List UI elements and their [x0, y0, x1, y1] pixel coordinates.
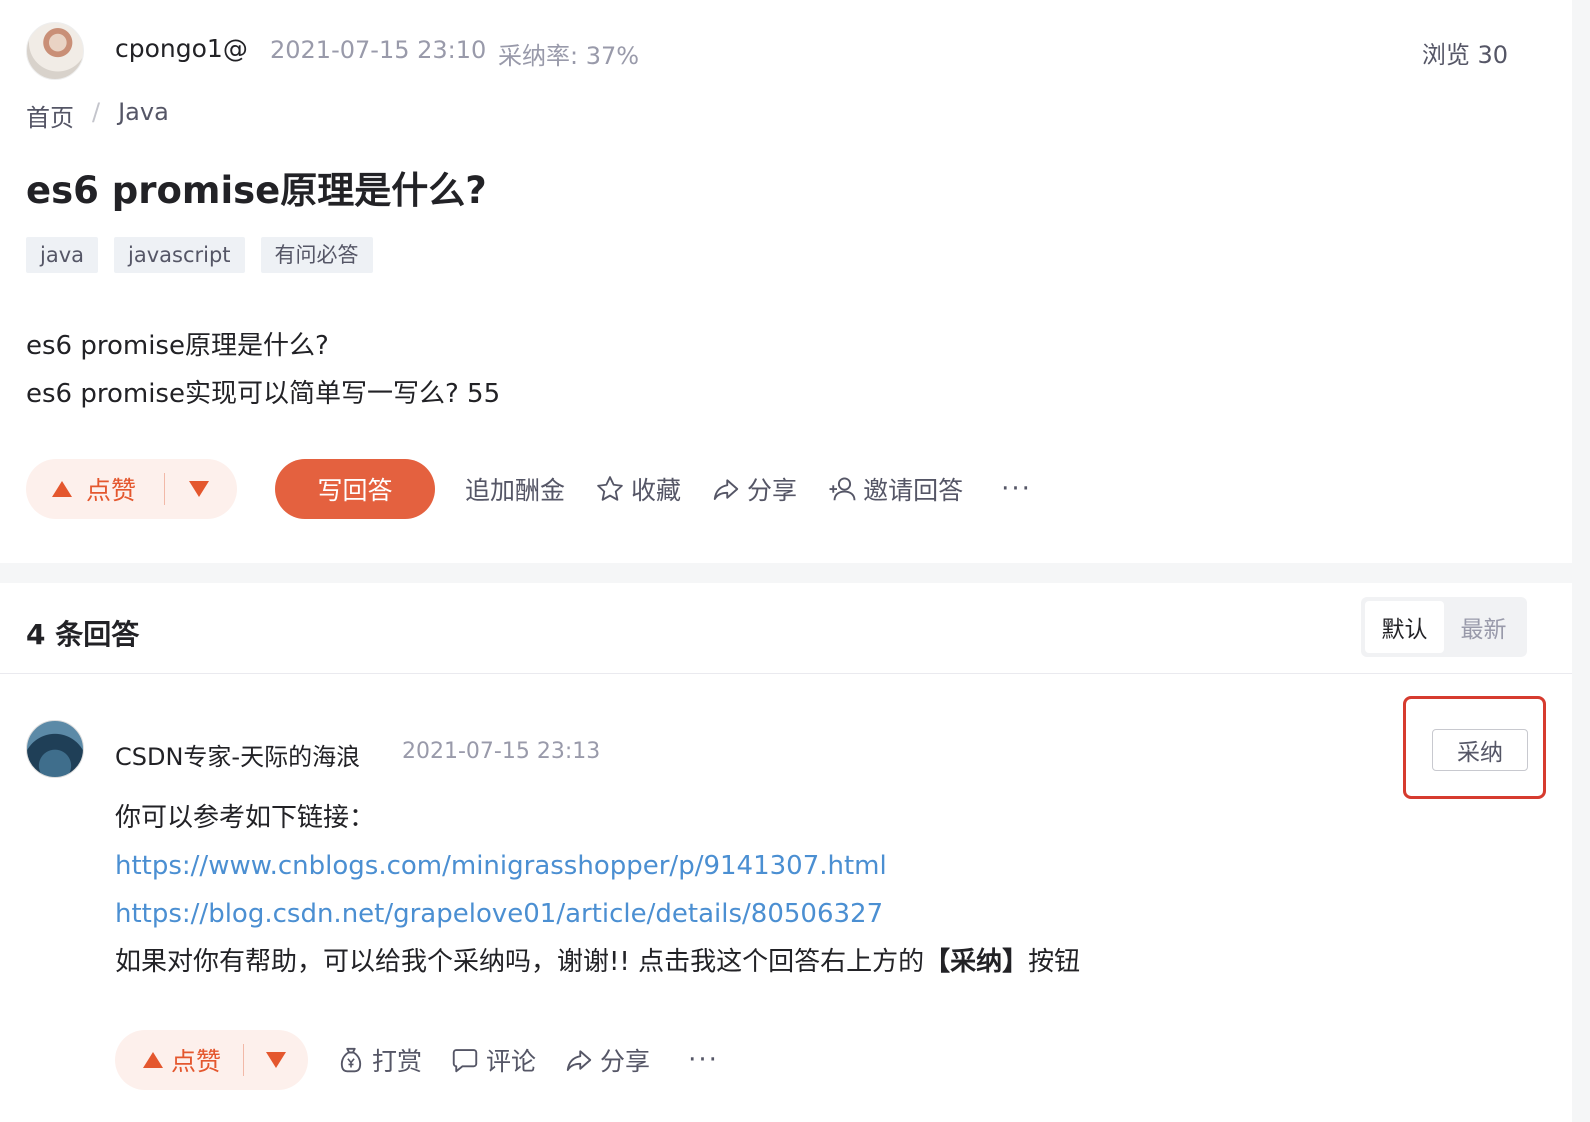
answer-author[interactable]: CSDN专家-天际的海浪	[115, 737, 360, 772]
answer-share-button[interactable]: 分享	[564, 1042, 650, 1078]
tag-list: java javascript 有问必答	[26, 237, 373, 273]
reward-label: 打赏	[372, 1047, 423, 1076]
share-button[interactable]: 分享	[711, 471, 797, 507]
question-actions: 点赞 写回答 追加酬金 收藏 分享 邀请回答 ···	[26, 459, 1032, 519]
tag-javascript[interactable]: javascript	[114, 237, 245, 273]
accept-button[interactable]: 采纳	[1432, 729, 1528, 771]
vote-divider	[243, 1044, 245, 1076]
comment-label: 评论	[486, 1047, 537, 1076]
answer-link[interactable]: https://blog.csdn.net/grapelove01/articl…	[115, 890, 1080, 938]
answer-downvote-button[interactable]	[266, 1052, 287, 1068]
invite-user-icon	[829, 477, 856, 501]
favorite-button[interactable]: 收藏	[595, 471, 681, 507]
question-body-line: es6 promise实现可以简单写一写么? 55	[26, 379, 501, 409]
breadcrumb-separator: /	[92, 98, 101, 126]
more-button[interactable]: ···	[1001, 474, 1032, 504]
invite-label: 邀请回答	[863, 476, 964, 505]
vote-pill: 点赞	[26, 459, 238, 519]
breadcrumb: 首页 / Java	[26, 98, 169, 133]
invite-answer-button[interactable]: 邀请回答	[827, 471, 963, 507]
question-title: es6 promise原理是什么?	[26, 169, 487, 212]
tag-java[interactable]: java	[26, 237, 98, 273]
sort-latest-tab[interactable]: 最新	[1444, 601, 1523, 653]
answer-share-label: 分享	[600, 1047, 651, 1076]
add-bounty-label: 追加酬金	[465, 476, 566, 505]
breadcrumb-category[interactable]: Java	[118, 98, 169, 133]
comment-icon	[452, 1049, 478, 1073]
share-label: 分享	[747, 476, 798, 505]
answer-count: 4 条回答	[26, 618, 140, 651]
money-bag-icon	[340, 1047, 362, 1073]
like-label: 点赞	[86, 476, 137, 505]
accept-rate: 采纳率: 37%	[498, 42, 640, 70]
question-author[interactable]: cpongo1@	[115, 34, 248, 63]
share-icon	[713, 479, 739, 500]
question-body: es6 promise原理是什么? es6 promise实现可以简单写一写么?…	[26, 322, 500, 418]
closing-text: 如果对你有帮助，可以给我个采纳吗，谢谢!! 点击我这个回答右上方的	[115, 947, 925, 977]
upvote-arrow-icon	[52, 481, 72, 497]
answer-body: 你可以参考如下链接： https://www.cnblogs.com/minig…	[115, 794, 1080, 986]
view-count: 浏览 30	[1421, 41, 1508, 69]
upvote-arrow-icon	[143, 1052, 163, 1068]
favorite-label: 收藏	[631, 476, 682, 505]
question-body-line: es6 promise原理是什么?	[26, 331, 329, 361]
section-divider	[0, 563, 1572, 583]
author-avatar[interactable]	[26, 22, 84, 80]
add-bounty-button[interactable]: 追加酬金	[465, 471, 565, 507]
closing-suffix-text: 按钮	[1028, 947, 1081, 977]
tag-youwenbida[interactable]: 有问必答	[260, 237, 373, 273]
downvote-button[interactable]	[189, 481, 210, 497]
answer-vote-pill: 点赞	[115, 1030, 309, 1090]
sort-switch: 默认 最新	[1361, 597, 1527, 657]
share-icon	[566, 1050, 592, 1071]
answer-more-button[interactable]: ···	[688, 1045, 719, 1075]
write-answer-button[interactable]: 写回答	[275, 459, 436, 519]
answer-link[interactable]: https://www.cnblogs.com/minigrasshopper/…	[115, 842, 1080, 890]
answer-time: 2021-07-15 23:13	[402, 739, 601, 764]
comment-button[interactable]: 评论	[450, 1042, 536, 1078]
answer-intro: 你可以参考如下链接：	[115, 803, 376, 833]
question-time: 2021-07-15 23:10	[270, 36, 487, 64]
answer-like-label: 点赞	[171, 1047, 222, 1076]
answers-header: 4 条回答 默认 最新	[0, 583, 1572, 674]
answer-like-button[interactable]: 点赞	[143, 1042, 221, 1078]
answer-closing: 如果对你有帮助，可以给我个采纳吗，谢谢!! 点击我这个回答右上方的【采纳】按钮	[115, 938, 1080, 986]
answer-author-avatar[interactable]	[26, 720, 84, 778]
reward-button[interactable]: 打赏	[336, 1042, 422, 1078]
page-right-gutter	[1572, 0, 1590, 1122]
question-card: cpongo1@ 2021-07-15 23:10 采纳率: 37% 浏览 30…	[0, 0, 1572, 563]
closing-bold-text: 【采纳】	[924, 947, 1029, 977]
star-icon	[597, 476, 623, 501]
breadcrumb-home[interactable]: 首页	[26, 98, 74, 133]
vote-divider	[164, 473, 166, 505]
like-button[interactable]: 点赞	[52, 471, 136, 507]
sort-default-tab[interactable]: 默认	[1365, 601, 1444, 653]
answer-actions: 点赞 打赏 评论 分享 ···	[115, 1030, 719, 1090]
